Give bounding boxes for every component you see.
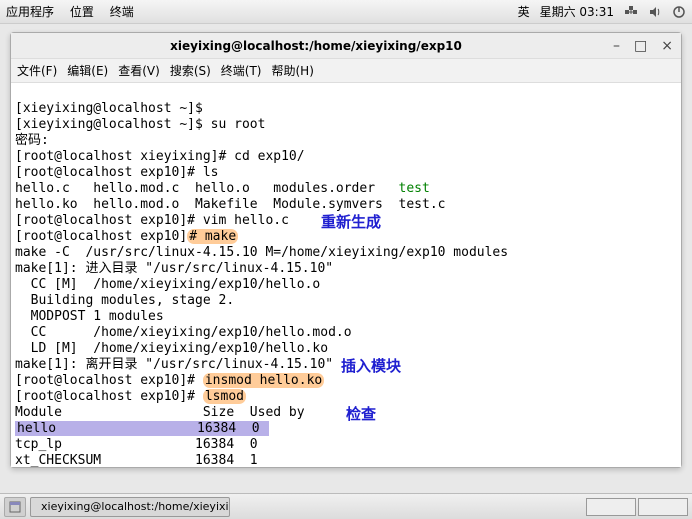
term-line: [root@localhost exp10]# ls <box>15 165 219 180</box>
window-title: xieyixing@localhost:/home/xieyixing/exp1… <box>19 39 613 53</box>
top-menu-left: 应用程序 位置 终端 <box>6 3 146 20</box>
titlebar[interactable]: xieyixing@localhost:/home/xieyixing/exp1… <box>11 33 681 59</box>
term-line: Building modules, stage 2. <box>15 293 234 308</box>
menu-applications[interactable]: 应用程序 <box>6 5 54 19</box>
minimize-button[interactable]: – <box>613 38 620 54</box>
close-button[interactable]: × <box>661 38 673 54</box>
show-desktop-button[interactable] <box>4 497 26 517</box>
annotation-check: 检查 <box>346 407 376 423</box>
menu-places[interactable]: 位置 <box>70 5 94 19</box>
volume-icon[interactable] <box>648 5 662 19</box>
maximize-button[interactable]: □ <box>634 38 647 54</box>
menubar: 文件(F) 编辑(E) 查看(V) 搜索(S) 终端(T) 帮助(H) <box>11 59 681 83</box>
network-icon[interactable] <box>624 5 638 19</box>
term-line: [root@localhost exp10]# make <box>15 229 238 244</box>
term-line: tcp_lp 16384 0 <box>15 437 265 452</box>
workspace-1[interactable] <box>586 498 636 516</box>
term-line: [root@localhost exp10]# vim hello.c <box>15 213 289 228</box>
term-line: 密码: <box>15 133 49 148</box>
menu-terminal-app[interactable]: 终端(T) <box>221 62 262 79</box>
input-method-indicator[interactable]: 英 <box>518 3 530 20</box>
term-line: make[1]: 进入目录 "/usr/src/linux-4.15.10" <box>15 261 333 276</box>
term-line: [xieyixing@localhost ~]$ <box>15 101 211 116</box>
term-line: make -C /usr/src/linux-4.15.10 M=/home/x… <box>15 245 508 260</box>
menu-help[interactable]: 帮助(H) <box>272 62 314 79</box>
term-line: [root@localhost exp10]# lsmod <box>15 389 246 404</box>
clock[interactable]: 星期六 03:31 <box>540 3 614 20</box>
term-line: hello 16384 0 <box>15 421 269 436</box>
power-icon[interactable] <box>672 5 686 19</box>
term-line: Module Size Used by <box>15 405 305 420</box>
term-line: CC /home/xieyixing/exp10/hello.mod.o <box>15 325 352 340</box>
term-line: hello.c hello.mod.c hello.o modules.orde… <box>15 181 430 196</box>
terminal-output[interactable]: [xieyixing@localhost ~]$ [xieyixing@loca… <box>11 83 681 467</box>
menu-view[interactable]: 查看(V) <box>118 62 160 79</box>
term-line: make[1]: 离开目录 "/usr/src/linux-4.15.10" <box>15 357 333 372</box>
annotation-regenerate: 重新生成 <box>321 215 381 231</box>
top-panel: 应用程序 位置 终端 英 星期六 03:31 <box>0 0 692 24</box>
top-tray: 英 星期六 03:31 <box>518 3 686 20</box>
taskbar-item-terminal[interactable]: >_ xieyixing@localhost:/home/xieyixing… <box>30 497 230 517</box>
term-line: [root@localhost xieyixing]# cd exp10/ <box>15 149 305 164</box>
term-line: MODPOST 1 modules <box>15 309 164 324</box>
term-line: hello.ko hello.mod.o Makefile Module.sym… <box>15 197 445 212</box>
taskbar-item-label: xieyixing@localhost:/home/xieyixing… <box>41 500 230 513</box>
menu-terminal[interactable]: 终端 <box>110 5 134 19</box>
workspace-switcher[interactable] <box>586 498 688 516</box>
workspace-2[interactable] <box>638 498 688 516</box>
terminal-window: xieyixing@localhost:/home/xieyixing/exp1… <box>10 32 682 468</box>
term-line: [root@localhost exp10]# insmod hello.ko <box>15 373 324 388</box>
term-line: [xieyixing@localhost ~]$ su root <box>15 117 265 132</box>
menu-search[interactable]: 搜索(S) <box>170 62 211 79</box>
annotation-insert-module: 插入模块 <box>341 359 401 375</box>
menu-file[interactable]: 文件(F) <box>17 62 57 79</box>
term-line: xt_CHECKSUM 16384 1 <box>15 453 265 467</box>
term-line: CC [M] /home/xieyixing/exp10/hello.o <box>15 277 320 292</box>
menu-edit[interactable]: 编辑(E) <box>67 62 108 79</box>
term-line: LD [M] /home/xieyixing/exp10/hello.ko <box>15 341 328 356</box>
taskbar: >_ xieyixing@localhost:/home/xieyixing… <box>0 493 692 519</box>
